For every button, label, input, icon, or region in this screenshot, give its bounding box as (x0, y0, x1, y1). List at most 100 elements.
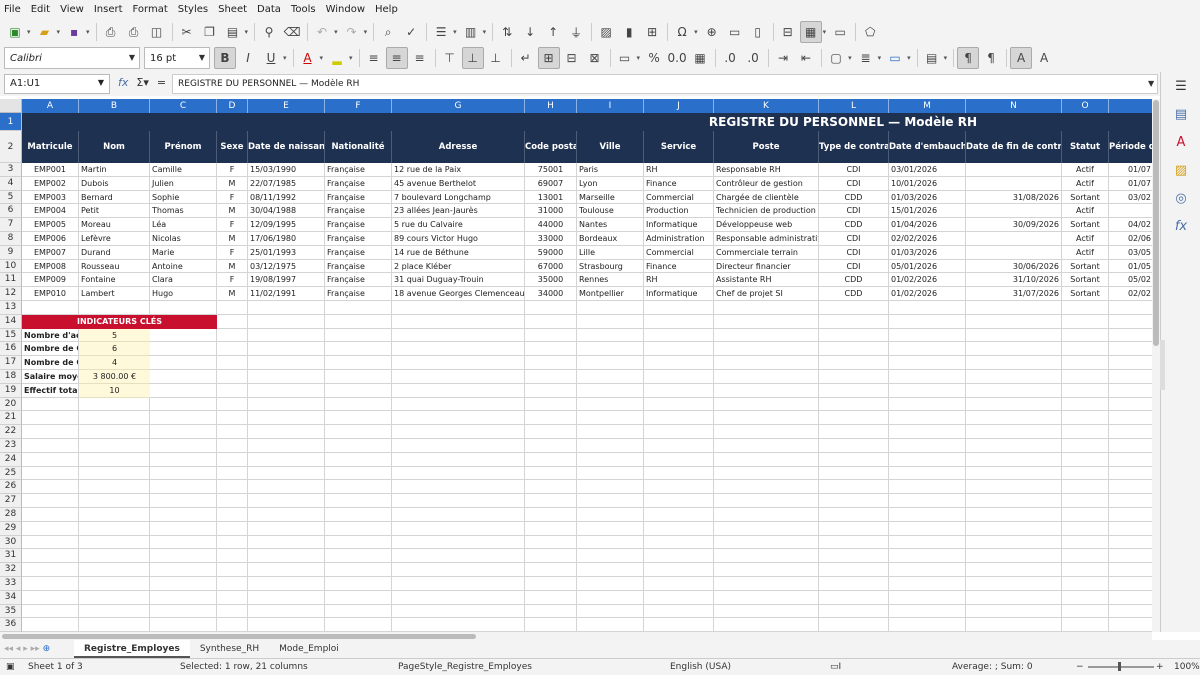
empty-cell[interactable] (1109, 508, 1152, 522)
column-header[interactable]: F (325, 99, 392, 113)
empty-cell[interactable] (217, 439, 248, 453)
table-cell[interactable]: 15/01/2026 (889, 204, 966, 219)
table-cell[interactable]: Chef de projet SI (714, 287, 819, 301)
table-cell[interactable]: 08/11/1992 (248, 190, 325, 205)
empty-cell[interactable] (577, 563, 644, 577)
cut-icon[interactable]: ✂ (176, 21, 198, 43)
table-cell[interactable]: Française (325, 232, 392, 246)
table-cell[interactable]: EMP005 (22, 218, 79, 232)
empty-cell[interactable] (525, 508, 577, 522)
empty-cell[interactable] (217, 466, 248, 481)
table-cell[interactable]: 30/09/2026 (966, 218, 1062, 232)
kpi-label[interactable]: Nombre de CDI (22, 342, 79, 357)
empty-cell[interactable] (577, 590, 644, 605)
table-cell[interactable]: Actif (1062, 245, 1109, 260)
empty-cell[interactable] (79, 397, 150, 412)
empty-cell[interactable] (644, 577, 714, 591)
empty-cell[interactable] (22, 508, 79, 522)
table-cell[interactable]: 30/04/1988 (248, 204, 325, 219)
border-color-icon[interactable]: ▭ (884, 47, 906, 69)
table-cell[interactable]: Actif (1062, 163, 1109, 177)
empty-cell[interactable] (217, 521, 248, 536)
empty-cell[interactable] (819, 618, 889, 632)
table-cell[interactable]: 12 rue de la Paix (392, 163, 525, 177)
empty-cell[interactable] (217, 480, 248, 495)
empty-cell[interactable] (150, 397, 217, 412)
name-box[interactable]: A1:U1 ▼ (4, 74, 110, 94)
empty-cell[interactable] (22, 521, 79, 536)
table-cell[interactable] (966, 204, 1062, 219)
empty-cell[interactable] (248, 480, 325, 495)
empty-cell[interactable] (525, 577, 577, 591)
table-cell[interactable]: 31/07/2026 (966, 287, 1062, 301)
empty-cell[interactable] (714, 397, 819, 412)
empty-cell[interactable] (889, 301, 966, 315)
empty-cell[interactable] (1062, 370, 1109, 384)
row-header[interactable]: 27 (0, 494, 22, 508)
empty-cell[interactable] (248, 342, 325, 357)
row-header[interactable]: 19 (0, 383, 22, 398)
print-icon[interactable]: ⎙ (123, 21, 145, 43)
align-center-icon[interactable]: ≡ (385, 47, 408, 69)
empty-cell[interactable] (644, 301, 714, 315)
table-cell[interactable]: Française (325, 163, 392, 177)
center-vertically-icon[interactable]: ⊥ (461, 47, 484, 69)
table-cell[interactable]: 44000 (525, 218, 577, 232)
empty-cell[interactable] (150, 328, 217, 343)
zoom-slider-handle[interactable] (1118, 662, 1121, 671)
paste-icon[interactable]: ▤ (222, 21, 244, 43)
table-cell[interactable]: 22/07/1985 (248, 176, 325, 191)
empty-cell[interactable] (325, 618, 392, 632)
table-cell[interactable]: Nicolas (150, 232, 217, 246)
row-header[interactable]: 22 (0, 425, 22, 439)
empty-cell[interactable] (1109, 439, 1152, 453)
table-cell[interactable]: EMP004 (22, 204, 79, 219)
borders-icon[interactable]: ▢ (825, 47, 847, 69)
empty-cell[interactable] (22, 452, 79, 467)
empty-cell[interactable] (248, 397, 325, 412)
empty-cell[interactable] (248, 508, 325, 522)
empty-cell[interactable] (644, 356, 714, 370)
table-cell[interactable]: RH (644, 163, 714, 177)
menu-item[interactable]: File (4, 4, 21, 15)
table-cell[interactable]: Lefèvre (79, 232, 150, 246)
table-cell[interactable]: EMP007 (22, 245, 79, 260)
empty-cell[interactable] (644, 328, 714, 343)
add-decimal-icon[interactable]: .0 (719, 47, 741, 69)
empty-cell[interactable] (714, 590, 819, 605)
empty-cell[interactable] (525, 604, 577, 619)
row-header[interactable]: 29 (0, 521, 22, 536)
empty-cell[interactable] (79, 508, 150, 522)
empty-cell[interactable] (889, 370, 966, 384)
empty-cell[interactable] (150, 411, 217, 426)
empty-cell[interactable] (644, 466, 714, 481)
empty-cell[interactable] (217, 577, 248, 591)
clear-formatting-icon[interactable]: ⌫ (281, 21, 303, 43)
table-cell[interactable]: Bernard (79, 190, 150, 205)
table-cell[interactable]: 25/01/1993 (248, 245, 325, 260)
table-cell[interactable]: RH (644, 273, 714, 288)
table-cell[interactable]: 05/02 (1109, 273, 1152, 288)
row-header[interactable]: 36 (0, 618, 22, 632)
vertical-scroll-thumb[interactable] (1153, 100, 1159, 346)
empty-cell[interactable] (525, 383, 577, 398)
empty-cell[interactable] (819, 577, 889, 591)
undo-icon[interactable]: ↶ (311, 21, 333, 43)
table-cell[interactable]: CDD (819, 273, 889, 288)
table-cell[interactable]: 12/09/1995 (248, 218, 325, 232)
row-header[interactable]: 35 (0, 604, 22, 619)
table-cell[interactable]: 01/03/2026 (889, 245, 966, 260)
clone-formatting-icon[interactable]: ⚲ (258, 21, 280, 43)
empty-cell[interactable] (392, 356, 525, 370)
row-header[interactable]: 2 (0, 131, 22, 163)
empty-cell[interactable] (325, 604, 392, 619)
empty-cell[interactable] (714, 301, 819, 315)
empty-cell[interactable] (248, 521, 325, 536)
empty-cell[interactable] (889, 577, 966, 591)
empty-cell[interactable] (392, 549, 525, 564)
empty-cell[interactable] (525, 411, 577, 426)
empty-cell[interactable] (819, 314, 889, 329)
column-header[interactable]: D (217, 99, 248, 113)
empty-cell[interactable] (1062, 383, 1109, 398)
chart-icon[interactable]: ▮ (618, 21, 640, 43)
